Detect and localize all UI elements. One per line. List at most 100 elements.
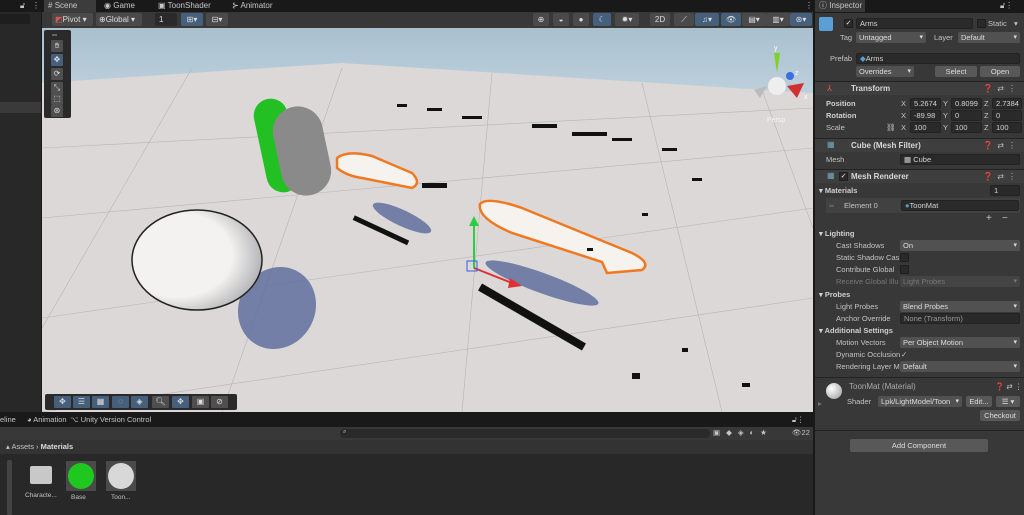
pivot-dropdown[interactable]: ◩Pivot ▾	[52, 13, 93, 26]
rect-tool[interactable]: ⬚	[51, 93, 63, 105]
object-name-input[interactable]: Arms	[856, 18, 973, 29]
active-checkbox[interactable]: ✓	[844, 19, 853, 28]
snap-increment-button[interactable]: ⊞▾	[181, 13, 203, 26]
remove-element-button[interactable]: −	[1002, 213, 1008, 224]
compass-icon[interactable]: ⊘	[211, 396, 228, 408]
inspector-lock-icon[interactable]: 🔓︎⋮	[1000, 1, 1013, 11]
static-dropdown-icon[interactable]: ▾	[1014, 18, 1018, 29]
grid-snap-input[interactable]: 1	[155, 13, 177, 26]
shader-options-button[interactable]: ☰ ▾	[996, 396, 1020, 407]
add-component-button[interactable]: Add Component	[850, 439, 988, 452]
project-search-input[interactable]: ⌕	[340, 429, 710, 438]
scale-x-input[interactable]: 100	[910, 122, 941, 133]
audio-effects-dropdown[interactable]: ♫▾	[695, 13, 719, 26]
position-x-input[interactable]: 5.2674	[910, 98, 941, 109]
layers-icon[interactable]: ◈	[131, 396, 148, 408]
tab-animator[interactable]: ⊱ Animator	[228, 0, 288, 12]
light-probes-dropdown[interactable]: Blend Probes	[900, 301, 1020, 312]
static-shadow-checkbox[interactable]	[900, 253, 909, 262]
gizmos-dropdown[interactable]: ▥▾	[766, 13, 790, 26]
component-menu-icons[interactable]: ❓⇄⋮	[983, 172, 1020, 181]
mesh-field[interactable]: ▦ Cube	[900, 154, 1020, 165]
scale-z-input[interactable]: 100	[992, 122, 1022, 133]
hidden-count[interactable]: 👁︎22	[792, 427, 810, 438]
rotation-x-input[interactable]: -89.98	[910, 110, 941, 121]
position-y-input[interactable]: 0.8099	[951, 98, 982, 109]
constrain-proportions-icon[interactable]: ⛓︎	[886, 122, 896, 133]
add-element-button[interactable]: +	[986, 213, 992, 224]
static-checkbox[interactable]	[977, 19, 986, 28]
tab-timeline[interactable]: eline	[0, 414, 16, 425]
probes-foldout[interactable]: ▾ Probes	[819, 289, 850, 300]
materials-foldout[interactable]: ▾ Materials	[819, 185, 857, 196]
transform-header[interactable]: ⅄ Transform ❓⇄⋮	[815, 81, 1024, 95]
tab-game[interactable]: ◉ Game	[100, 0, 150, 12]
lighting-toggle-button[interactable]: ⟋	[674, 13, 694, 26]
edit-shader-button[interactable]: Edit...	[966, 396, 992, 407]
scene-visibility-button[interactable]: 👁︎	[721, 13, 741, 26]
overrides-dropdown[interactable]: Overrides	[856, 66, 914, 77]
lock-icon[interactable]: 🔓︎	[20, 1, 25, 11]
rotate-tool[interactable]: ⟳	[51, 68, 63, 80]
debug-mode-dropdown[interactable]: ✹▾	[615, 13, 639, 26]
open-button[interactable]: Open	[980, 66, 1020, 77]
project-scrollbar[interactable]	[7, 460, 12, 515]
contribute-gi-checkbox[interactable]	[900, 265, 909, 274]
overlay-handle[interactable]: ═	[52, 32, 57, 39]
global-dropdown[interactable]: ⊕Global ▾	[96, 13, 142, 26]
select-button[interactable]: Select	[935, 66, 977, 77]
dynamic-occlusion-checkbox[interactable]: ✓	[901, 349, 907, 360]
sphere-object[interactable]	[131, 209, 263, 311]
grid-snapping-button[interactable]: ⊟▾	[206, 13, 228, 26]
mesh-renderer-header[interactable]: ▦ ✓ Mesh Renderer ❓⇄⋮	[815, 169, 1024, 183]
additional-settings-foldout[interactable]: ▾ Additional Settings	[819, 325, 893, 336]
tab-inspector[interactable]: ⓘ Inspector	[815, 0, 865, 12]
component-menu-icons[interactable]: ❓⇄⋮	[983, 84, 1020, 93]
material-menu-icons[interactable]: ❓⇄⋮	[995, 381, 1024, 392]
hierarchy-row-selected[interactable]	[0, 102, 41, 113]
lighting-foldout[interactable]: ▾ Lighting	[819, 228, 854, 239]
draw-mode-shaded-wire-button[interactable]: ◒	[553, 13, 569, 26]
rendering-layer-dropdown[interactable]: Default	[900, 361, 1020, 372]
move-view-icon[interactable]: ✥	[54, 396, 71, 408]
asset-material-toon[interactable]: Toon...	[105, 460, 137, 508]
drag-handle-icon[interactable]: ═	[829, 200, 834, 211]
motion-vectors-dropdown[interactable]: Per Object Motion	[900, 337, 1020, 348]
material-foldout-icon[interactable]: ▸	[818, 398, 822, 409]
grid-icon[interactable]: ▦	[92, 396, 109, 408]
breadcrumb-materials[interactable]: Materials	[41, 442, 74, 451]
bottom-lock-icon[interactable]: 🔓︎⋮	[792, 414, 804, 425]
rotation-y-input[interactable]: 0	[951, 110, 982, 121]
scene-view[interactable]: y z x Persp ═ ✋︎ ✥ ⟳ ⤡ ⬚ ⊛ ✥ ☰ ▦ ◌ ◈ 🔍︎ …	[42, 28, 813, 412]
tag-dropdown[interactable]: Untagged	[856, 32, 926, 43]
breadcrumb-assets[interactable]: Assets	[11, 442, 34, 451]
draw-mode-unlit-button[interactable]: ☾	[593, 13, 611, 26]
mesh-filter-header[interactable]: ▦ Cube (Mesh Filter) ❓⇄⋮	[815, 138, 1024, 152]
overlay-dropdown[interactable]: ⊛▾	[790, 13, 812, 26]
tab-version-control[interactable]: ⌥ Unity Version Control	[70, 414, 151, 425]
anchor-override-field[interactable]: None (Transform)	[900, 313, 1020, 324]
scene-more-icon[interactable]: ⋮	[805, 1, 813, 10]
zoom-icon[interactable]: 🔍︎	[152, 396, 169, 408]
hierarchy-search[interactable]	[0, 14, 30, 24]
layer-dropdown[interactable]: Default	[958, 32, 1020, 43]
rotate-view-icon[interactable]: ◌	[112, 396, 129, 408]
move-tool[interactable]: ✥	[51, 54, 63, 66]
prefab-field[interactable]: ◆Arms	[856, 53, 1020, 64]
toggle-2d-button[interactable]: 2D	[650, 13, 670, 26]
asset-material-base[interactable]: Base	[65, 460, 97, 508]
shader-dropdown[interactable]: Lpk/LightModel/Toon	[878, 396, 962, 407]
camera-icon[interactable]: ▣	[192, 396, 209, 408]
position-z-input[interactable]: 2.7384	[992, 98, 1022, 109]
hand-tool[interactable]: ✋︎	[51, 40, 63, 52]
scale-y-input[interactable]: 100	[951, 122, 982, 133]
draw-mode-shaded-button[interactable]: ●	[573, 13, 589, 26]
materials-count-input[interactable]: 1	[990, 185, 1020, 196]
more-icon[interactable]: ⋮	[32, 1, 40, 10]
mesh-renderer-enabled-checkbox[interactable]: ✓	[839, 172, 848, 181]
draw-mode-wireframe-button[interactable]: ⊕	[533, 13, 549, 26]
checkout-button[interactable]: Checkout	[980, 410, 1020, 421]
tab-animation[interactable]: ◕ Animation	[27, 414, 67, 425]
rotation-z-input[interactable]: 0	[992, 110, 1022, 121]
tab-toonshader[interactable]: ▣ ToonShader	[154, 0, 224, 12]
